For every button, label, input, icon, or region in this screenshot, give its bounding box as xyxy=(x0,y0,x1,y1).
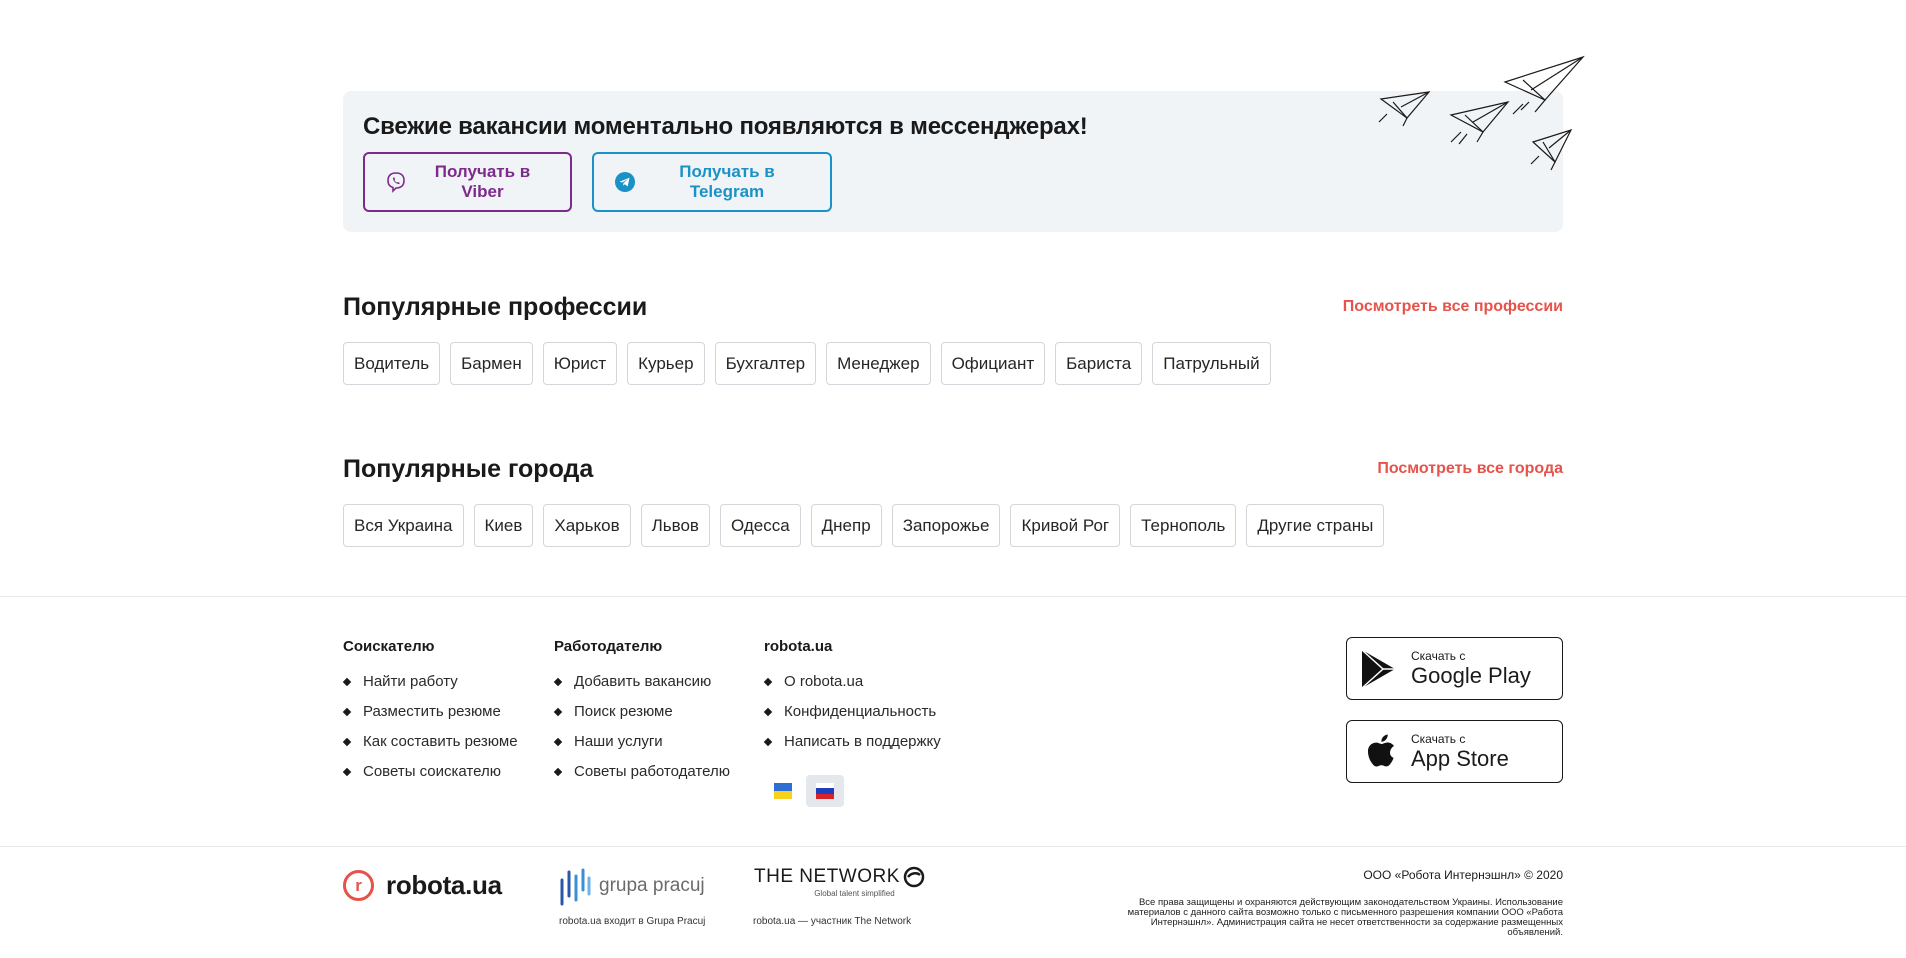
footer-employer-column: Работодателю Добавить вакансию Поиск рез… xyxy=(554,638,730,793)
footer-link[interactable]: О robota.ua xyxy=(764,673,941,703)
robota-logo[interactable]: r robota.ua xyxy=(343,870,502,901)
cities-title: Популярные города xyxy=(343,455,594,483)
city-chip[interactable]: Харьков xyxy=(543,504,631,547)
viber-icon xyxy=(385,171,407,193)
footer-link[interactable]: Как составить резюме xyxy=(343,733,518,763)
footer-seeker-title: Соискателю xyxy=(343,638,435,655)
city-chip[interactable]: Запорожье xyxy=(891,504,1001,547)
all-cities-link[interactable]: Посмотреть все города xyxy=(1377,460,1563,478)
professions-chips: Водитель Бармен Юрист Курьер Бухгалтер Менедж… xyxy=(343,342,1271,385)
profession-chip[interactable]: Менеджер xyxy=(826,342,931,385)
grupa-pracuj-logo[interactable]: grupa pracuj xyxy=(559,866,705,906)
viber-subscribe-button[interactable]: Получать в Viber xyxy=(363,152,572,212)
footer-seeker-column: Соискателю Найти работу Разместить резюм… xyxy=(343,638,518,793)
telegram-subscribe-button[interactable]: Получать в Telegram xyxy=(592,152,832,212)
footer-link[interactable]: Поиск резюме xyxy=(554,703,730,733)
profession-chip[interactable]: Бармен xyxy=(450,342,533,385)
footer-link[interactable]: Советы работодателю xyxy=(554,763,730,793)
city-chip[interactable]: Другие страны xyxy=(1246,504,1385,547)
the-network-globe-icon xyxy=(903,866,925,888)
city-chip[interactable]: Кривой Рог xyxy=(1010,504,1121,547)
bottom-divider xyxy=(0,846,1906,847)
the-network-caption: robota.ua — участник The Network xyxy=(753,916,912,927)
robota-logo-text: robota.ua xyxy=(386,870,502,900)
city-chip[interactable]: Одесса xyxy=(719,504,801,547)
footer-link[interactable]: Разместить резюме xyxy=(343,703,518,733)
app-store-small-text: Скачать с xyxy=(1411,731,1466,746)
google-play-icon xyxy=(1357,647,1401,691)
footer-link[interactable]: Наши услуги xyxy=(554,733,730,763)
cities-chips: Вся Украина Киев Харьков Львов Одесса Днепр За… xyxy=(343,504,1385,547)
footer-link[interactable]: Конфиденциальность xyxy=(764,703,941,733)
city-chip[interactable]: Вся Украина xyxy=(343,504,464,547)
footer-link[interactable]: Написать в поддержку xyxy=(764,733,941,763)
google-play-button[interactable]: Скачать с Google Play xyxy=(1346,637,1563,700)
popular-professions-section: Популярные профессии Посмотреть все проф… xyxy=(343,290,1563,390)
the-network-logo[interactable]: THE NETWORK Global talent simplified xyxy=(754,866,925,898)
profession-chip[interactable]: Бухгалтер xyxy=(714,342,817,385)
footer-robota-title: robota.ua xyxy=(764,638,833,655)
city-chip[interactable]: Днепр xyxy=(810,504,882,547)
the-network-tagline: Global talent simplified xyxy=(814,889,895,898)
the-network-text: THE NETWORK xyxy=(754,866,900,887)
city-chip[interactable]: Киев xyxy=(473,504,534,547)
profession-chip[interactable]: Официант xyxy=(940,342,1046,385)
profession-chip[interactable]: Патрульный xyxy=(1152,342,1271,385)
legal-notice: Все права защищены и охраняются действую… xyxy=(1127,897,1563,938)
grupa-pracuj-icon xyxy=(560,868,591,906)
telegram-button-label: Получать в Telegram xyxy=(679,162,775,201)
telegram-icon xyxy=(614,171,636,193)
footer-link[interactable]: Советы соискателю xyxy=(343,763,518,793)
city-chip[interactable]: Тернополь xyxy=(1130,504,1237,547)
ua-flag-icon xyxy=(774,783,792,799)
footer-link[interactable]: Найти работу xyxy=(343,673,518,703)
footer-divider xyxy=(0,596,1906,597)
footer-employer-title: Работодателю xyxy=(554,638,663,655)
all-professions-link[interactable]: Посмотреть все профессии xyxy=(1343,298,1563,316)
viber-button-label: Получать в Viber xyxy=(434,162,531,201)
city-chip[interactable]: Львов xyxy=(640,504,710,547)
apple-icon xyxy=(1357,730,1401,774)
footer-robota-column: robota.ua О robota.ua Конфиденциальность… xyxy=(764,638,941,763)
profession-chip[interactable]: Водитель xyxy=(343,342,441,385)
paper-planes-illustration xyxy=(1378,55,1585,171)
banner-title: Свежие вакансии моментально появляются в… xyxy=(363,113,1088,140)
app-store-button[interactable]: Скачать с App Store xyxy=(1346,720,1563,783)
ru-flag-icon xyxy=(816,783,834,799)
robota-logo-mark: r xyxy=(343,870,374,901)
google-play-big-text: Google Play xyxy=(1411,662,1531,688)
google-play-small-text: Скачать с xyxy=(1411,648,1466,663)
language-switcher xyxy=(764,775,844,807)
grupa-pracuj-text: grupa pracuj xyxy=(599,875,705,896)
footer-link[interactable]: Добавить вакансию xyxy=(554,673,730,703)
language-ru-button[interactable] xyxy=(806,775,844,807)
copyright-text: ООО «Робота Интернэшнл» © 2020 xyxy=(1363,868,1563,882)
profession-chip[interactable]: Курьер xyxy=(627,342,705,385)
profession-chip[interactable]: Бариста xyxy=(1055,342,1143,385)
popular-cities-section: Популярные города Посмотреть все города … xyxy=(343,452,1563,552)
profession-chip[interactable]: Юрист xyxy=(542,342,618,385)
grupa-pracuj-caption: robota.ua входит в Grupa Pracuj xyxy=(559,916,706,927)
app-store-big-text: App Store xyxy=(1411,745,1509,771)
language-ua-button[interactable] xyxy=(764,775,802,807)
professions-title: Популярные профессии xyxy=(343,293,648,321)
